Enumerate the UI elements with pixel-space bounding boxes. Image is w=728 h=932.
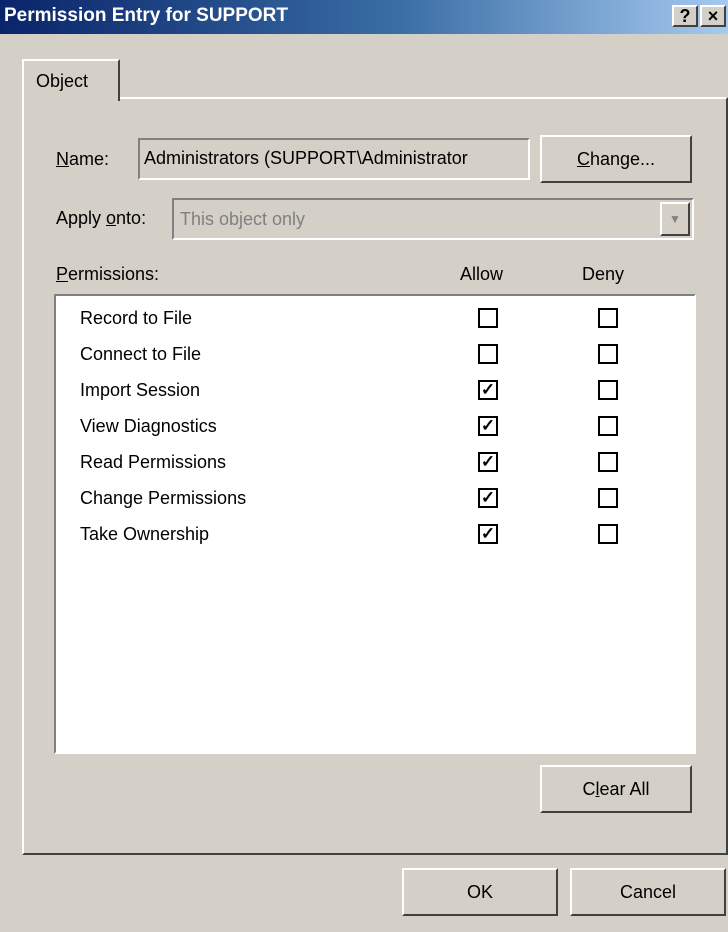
deny-checkbox[interactable] [598,452,618,472]
help-button[interactable]: ? [672,5,698,27]
allow-checkbox[interactable]: ✓ [478,488,498,508]
apply-onto-label: Apply onto: [56,208,147,228]
ok-button[interactable]: OK [402,868,558,916]
change-button[interactable]: Change... [540,135,692,183]
allow-checkbox[interactable]: ✓ [478,380,498,400]
permission-row: Import Session ✓ [80,376,680,406]
name-field[interactable]: Administrators (SUPPORT\Administrator [138,138,530,180]
title-bar[interactable]: Permission Entry for SUPPORT ? × [0,0,728,34]
deny-checkbox[interactable] [598,524,618,544]
close-button[interactable]: × [700,5,726,27]
deny-column-header: Deny [582,264,625,284]
apply-onto-dropdown: This object only ▼ [172,198,694,240]
permission-row: View Diagnostics ✓ [80,412,680,442]
tab-object-label: Object [36,71,89,91]
name-label: Name: [56,149,110,169]
deny-checkbox[interactable] [598,380,618,400]
permission-name: Take Ownership [80,524,210,544]
permission-row: Take Ownership ✓ [80,520,680,550]
permissions-list[interactable]: Record to File Connect to File Import Sess… [54,294,696,754]
deny-checkbox[interactable] [598,488,618,508]
permission-name: Record to File [80,308,193,328]
chevron-down-icon: ▼ [660,202,690,236]
clear-all-button[interactable]: Clear All [540,765,692,813]
permission-name: View Diagnostics [80,416,217,436]
permission-entry-dialog: Permission Entry for SUPPORT ? × Object … [0,0,728,932]
deny-checkbox[interactable] [598,344,618,364]
permission-name: Connect to File [80,344,202,364]
deny-checkbox[interactable] [598,308,618,328]
tab-object[interactable]: Object [22,59,120,101]
allow-column-header: Allow [460,264,504,284]
permission-row: Change Permissions ✓ [80,484,680,514]
permission-row: Read Permissions ✓ [80,448,680,478]
allow-checkbox[interactable]: ✓ [478,524,498,544]
apply-onto-value: This object only [180,209,306,229]
deny-checkbox[interactable] [598,416,618,436]
permission-name: Change Permissions [80,488,247,508]
permission-name: Import Session [80,380,201,400]
allow-checkbox[interactable]: ✓ [478,452,498,472]
permissions-label: Permissions: [56,264,160,284]
permission-row: Record to File [80,304,680,334]
window-title: Permission Entry for SUPPORT [4,5,289,26]
permission-row: Connect to File [80,340,680,370]
cancel-button[interactable]: Cancel [570,868,726,916]
allow-checkbox[interactable]: ✓ [478,416,498,436]
allow-checkbox[interactable] [478,308,498,328]
permission-name: Read Permissions [80,452,227,472]
allow-checkbox[interactable] [478,344,498,364]
